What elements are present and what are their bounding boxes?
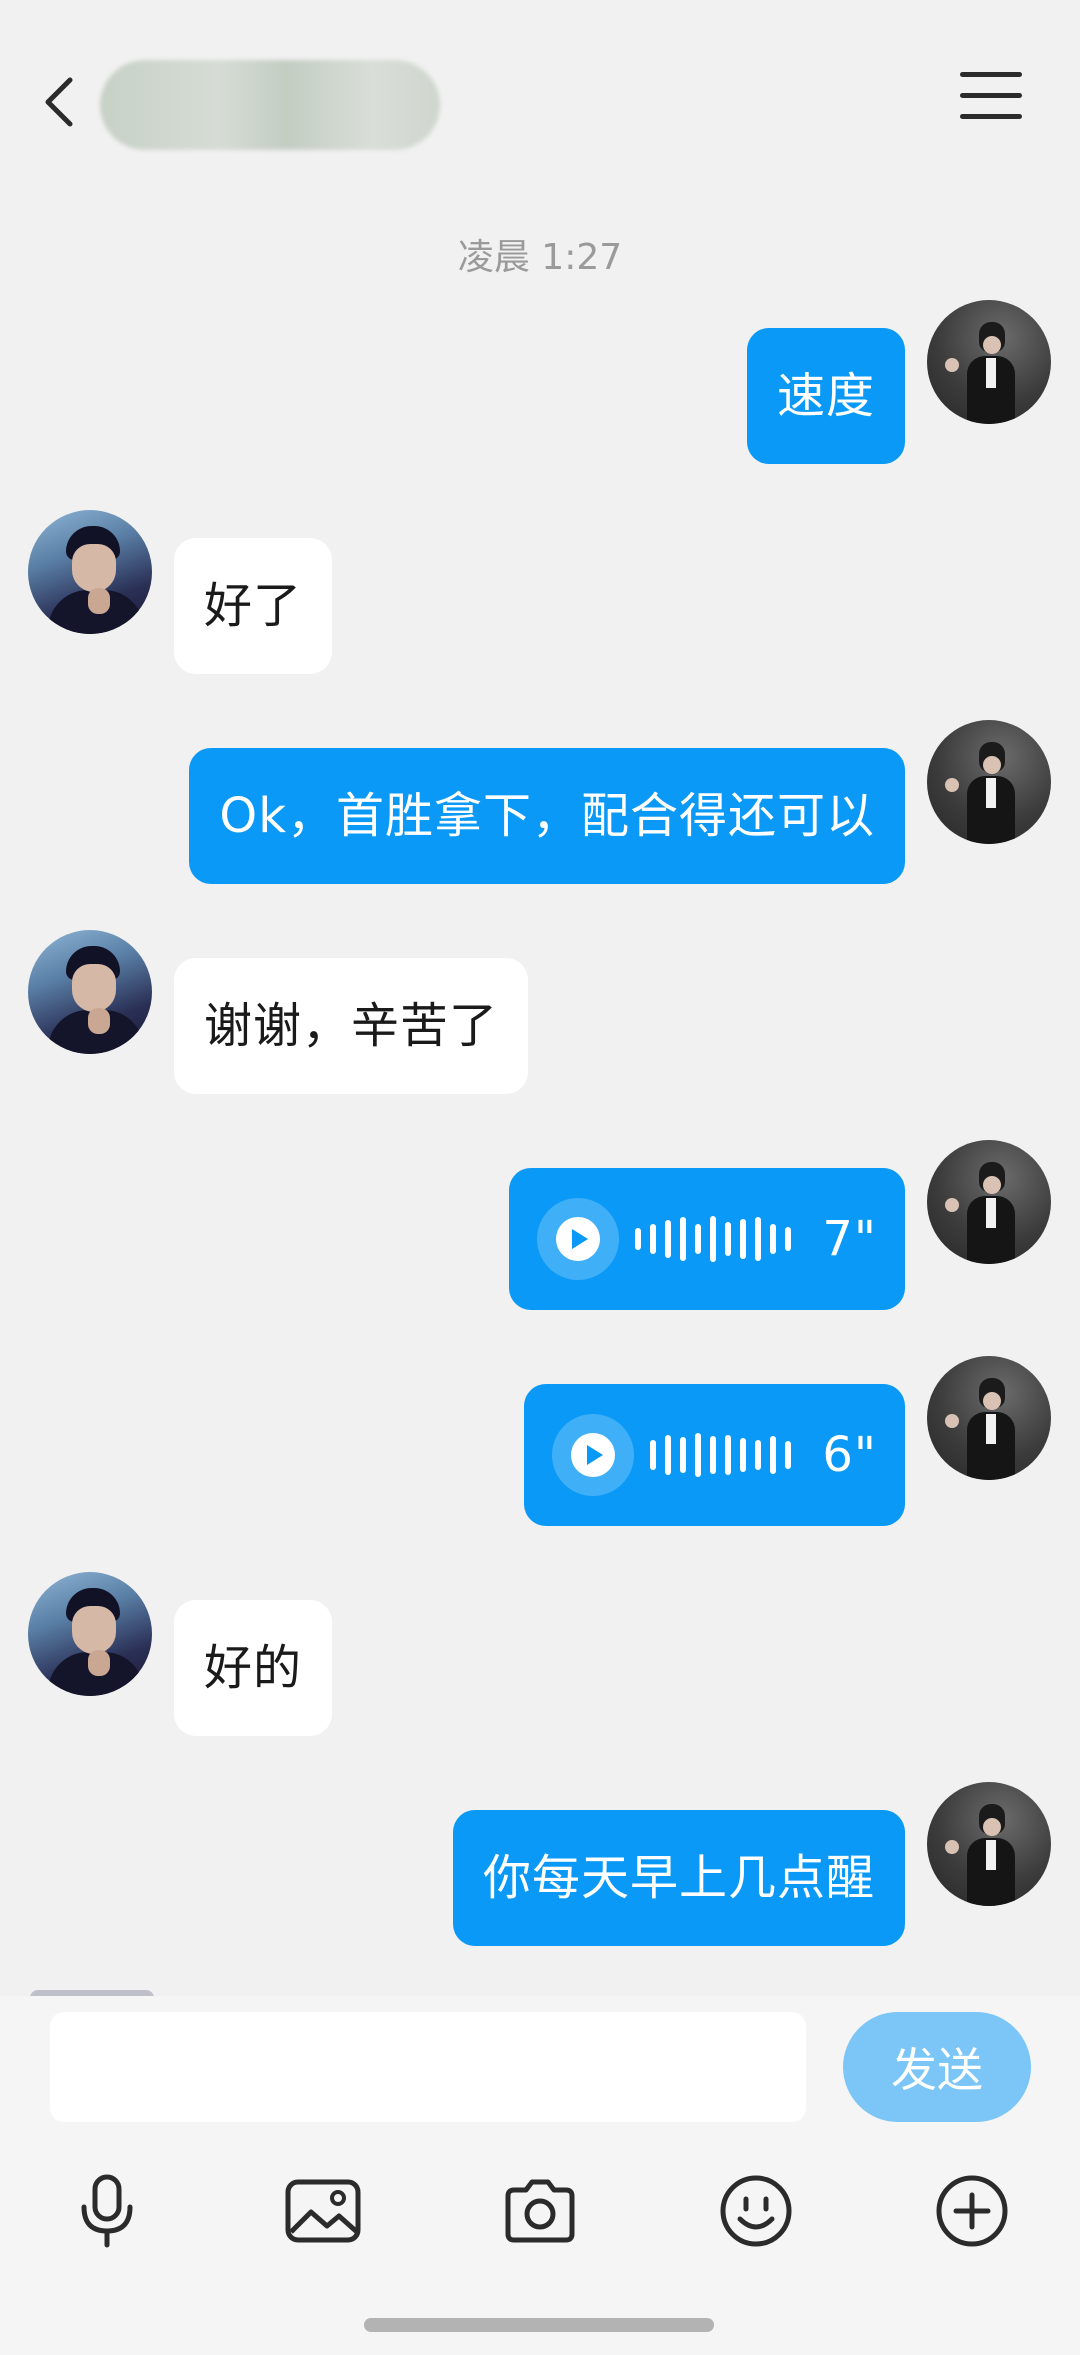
gallery-button[interactable] (278, 2166, 368, 2256)
message-bubble-received[interactable]: 好的 (174, 1600, 333, 1736)
voice-duration: 6" (822, 1427, 877, 1483)
play-button[interactable] (537, 1198, 620, 1280)
play-icon (556, 1217, 601, 1261)
my-avatar[interactable] (927, 1356, 1051, 1480)
waveform-icon (650, 1425, 800, 1485)
message-bubble-sent[interactable]: 速度 (746, 328, 905, 464)
message-text: 速度 (776, 368, 875, 424)
play-icon (571, 1433, 616, 1477)
voice-message-bubble[interactable]: 7" (509, 1168, 905, 1310)
waveform-icon (635, 1209, 800, 1269)
voice-input-button[interactable] (62, 2166, 152, 2256)
message-text: Ok，首胜拿下，配合得还可以 (219, 788, 875, 844)
image-icon (285, 2179, 361, 2243)
composer-bar: 发送 (0, 1996, 1080, 2355)
emoji-icon (720, 2175, 792, 2247)
message-text: 你每天早上几点醒 (482, 1850, 875, 1906)
camera-button[interactable] (495, 2166, 585, 2256)
camera-icon (505, 2179, 575, 2243)
back-button[interactable] (34, 70, 90, 134)
message-bubble-sent[interactable]: Ok，首胜拿下，配合得还可以 (189, 748, 905, 884)
my-avatar[interactable] (927, 300, 1051, 424)
more-button[interactable] (927, 2166, 1017, 2256)
contact-avatar[interactable] (28, 510, 152, 634)
chat-header (0, 0, 1080, 200)
voice-duration: 7" (822, 1211, 877, 1267)
emoji-button[interactable] (711, 2166, 801, 2256)
chevron-left-icon (45, 77, 73, 127)
contact-name-redacted (100, 60, 440, 150)
voice-message-bubble[interactable]: 6" (524, 1384, 905, 1526)
microphone-icon (81, 2174, 133, 2248)
message-text: 谢谢，辛苦了 (204, 998, 499, 1054)
menu-button[interactable] (960, 72, 1022, 128)
home-indicator[interactable] (364, 2318, 714, 2332)
message-bubble-received[interactable]: 好了 (174, 538, 333, 674)
message-input[interactable] (50, 2012, 806, 2122)
message-timestamp: 凌晨 1:27 (457, 237, 623, 278)
message-text: 好了 (204, 578, 303, 634)
message-text: 好的 (204, 1640, 303, 1696)
contact-avatar[interactable] (28, 930, 152, 1054)
contact-avatar[interactable] (28, 1572, 152, 1696)
my-avatar[interactable] (927, 1140, 1051, 1264)
chat-screen: 凌晨 1:27 速度 好了 Ok，首胜拿下，配合得还可以 谢谢，辛苦了 7" 6… (0, 0, 1080, 2355)
message-bubble-sent[interactable]: 你每天早上几点醒 (452, 1810, 905, 1946)
plus-icon (936, 2175, 1008, 2247)
message-bubble-received[interactable]: 谢谢，辛苦了 (174, 958, 529, 1094)
my-avatar[interactable] (927, 720, 1051, 844)
hamburger-menu-icon (960, 72, 1022, 77)
send-button[interactable]: 发送 (843, 2012, 1031, 2122)
play-button[interactable] (552, 1414, 635, 1496)
my-avatar[interactable] (927, 1782, 1051, 1906)
